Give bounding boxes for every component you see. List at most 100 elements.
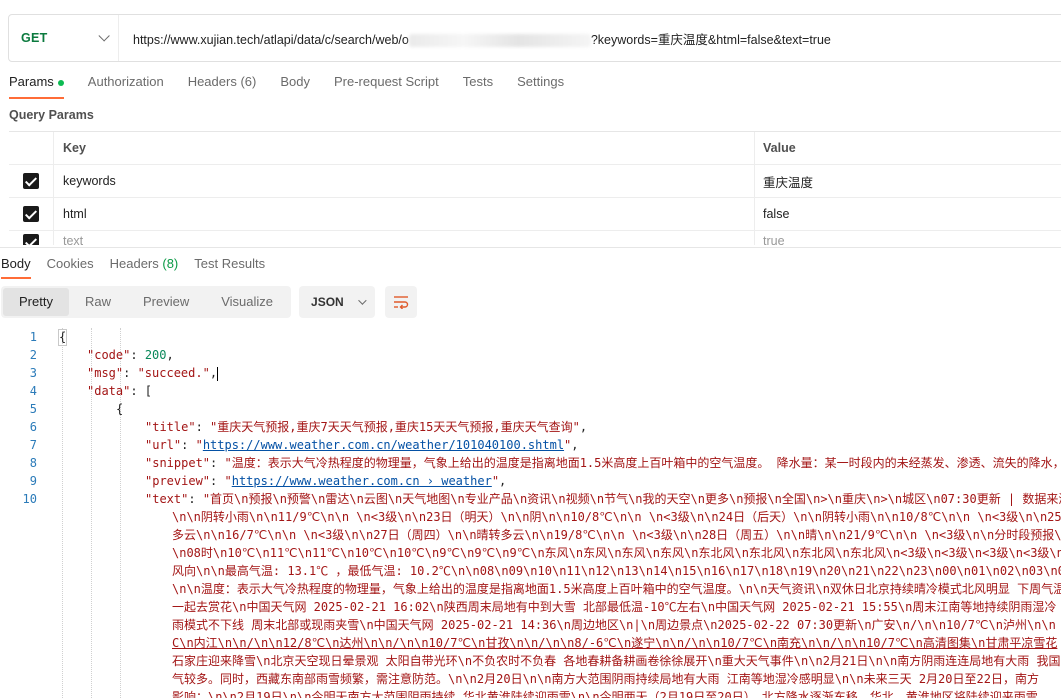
line-number: 5: [29, 402, 37, 416]
json-key: "data": [87, 384, 131, 398]
code-text: "snippet": "温度：表示大气冷热程度的物理量，气象上给出的温度是指离地…: [145, 454, 1061, 472]
line-number: 3: [29, 366, 37, 380]
tab-params[interactable]: Params: [9, 74, 64, 99]
tab-authorization[interactable]: Authorization: [88, 74, 164, 96]
json-value: "温度：表示大气冷热程度的物理量，气象上给出的温度是指离地面1.5米高度上百叶箱…: [224, 456, 1061, 470]
table-row: keywords 重庆温度: [9, 165, 1061, 198]
json-key: "text": [145, 492, 189, 506]
wrapped-text: \n08时\n10℃\n11℃\n11℃\n10℃\n10℃\n9℃\n9℃\n…: [172, 546, 1061, 560]
wrapped-text: 影响：\n\n2月19日\n\n今明天南方大范围阴雨持续 华北黄淮陆续迎雨雪\n…: [172, 690, 1038, 698]
param-value[interactable]: true: [755, 231, 1061, 245]
tab-count: (8): [162, 256, 179, 271]
line-number: 2: [29, 348, 37, 362]
tab-headers[interactable]: Headers (6): [188, 74, 257, 96]
json-url-link[interactable]: https://www.weather.com.cn/weather/10104…: [203, 438, 564, 452]
param-enabled-cell: [9, 198, 54, 230]
wrapped-text: C\n内江\n\n/\n\n12/8℃\n达州\n\n/\n\n10/7℃\n甘…: [172, 636, 1058, 650]
view-raw-button[interactable]: Raw: [69, 288, 127, 316]
json-value: 200: [144, 348, 167, 362]
code-line: 6 "title": "重庆天气预报,重庆7天天气预报,重庆15天天气预报,重庆…: [0, 418, 1061, 436]
view-visualize-button[interactable]: Visualize: [205, 288, 289, 316]
text-cursor: [217, 366, 219, 381]
code-text: "url": "https://www.weather.com.cn/weath…: [145, 438, 579, 452]
url-suffix: ?keywords=重庆温度&html=false&text=true: [590, 32, 831, 47]
redacted-url-segment: [408, 33, 591, 47]
param-key[interactable]: text: [54, 231, 755, 245]
chevron-down-icon: [357, 296, 367, 305]
tab-label: Headers: [109, 256, 159, 271]
params-active-dot: [57, 79, 64, 86]
wrapped-text: 多云\n\n16/7℃\n\n \n<3级\n\n27日（周四）\n\n晴转多云…: [172, 528, 1061, 542]
code-wrapped-line: \n08时\n10℃\n11℃\n11℃\n10℃\n10℃\n9℃\n9℃\n…: [0, 544, 1061, 562]
line-number: 1: [29, 330, 37, 344]
code-line: 5 {: [0, 400, 1061, 418]
wrapped-text: \n\n阴转小雨\n\n11/9℃\n\n \n<3级\n\n23日（明天）\n…: [172, 510, 1061, 524]
response-tabs: Body Cookies Headers (8) Test Results: [0, 247, 1061, 279]
tab-tests[interactable]: Tests: [463, 74, 493, 96]
param-enabled-cell: [9, 165, 54, 197]
code-text: "text": "首页\n预报\n预警\n雷达\n云图\n天气地图\n专业产品\…: [145, 490, 1061, 508]
code-text: "title": "重庆天气预报,重庆7天天气预报,重庆15天天气预报,重庆天气…: [145, 420, 588, 434]
json-value: "succeed.": [137, 366, 210, 380]
code-text: "msg": "succeed.",: [87, 366, 219, 381]
tab-label: Body: [280, 74, 310, 89]
request-tabs: Params Authorization Headers (6) Body Pr…: [9, 74, 588, 99]
param-value[interactable]: false: [755, 198, 1061, 230]
line-number: 7: [29, 438, 37, 452]
checkbox-checked-icon[interactable]: [23, 173, 39, 189]
key-column-header: Key: [54, 132, 755, 164]
wrapped-text: 气较多。同时，西藏东南部雨雪频繁，需注意防范。\n\n2月20日\n\n南方大范…: [172, 672, 1039, 686]
tab-response-headers[interactable]: Headers (8): [110, 256, 179, 271]
tab-label: Params: [9, 74, 54, 89]
code-line: 3 "msg": "succeed.",: [0, 364, 1061, 382]
tab-count: (6): [240, 74, 257, 89]
code-line: 7 "url": "https://www.weather.com.cn/wea…: [0, 436, 1061, 454]
checkbox-checked-icon[interactable]: [23, 206, 39, 222]
view-pretty-button[interactable]: Pretty: [3, 288, 69, 316]
wrapped-text: 石家庄迎来降雪\n北京天空现日晕景观 太阳自带光环\n不负农时不负春 各地春耕备…: [172, 654, 1061, 668]
tab-label: Tests: [462, 74, 494, 89]
matched-brace: {: [58, 329, 68, 346]
wrapped-text: 一起去赏花\n中国天气网 2025-02-21 16:02\n陕西周末局地有中到…: [172, 600, 1057, 614]
tab-label: Headers: [187, 74, 237, 89]
tab-cookies[interactable]: Cookies: [47, 256, 94, 271]
json-key: "preview": [145, 474, 211, 488]
response-body-code[interactable]: 1 { 2 "code": 200, 3 "msg": "succeed.", …: [0, 328, 1061, 698]
tab-test-results[interactable]: Test Results: [194, 256, 265, 271]
format-dropdown[interactable]: JSON: [299, 286, 376, 318]
view-preview-button[interactable]: Preview: [127, 288, 205, 316]
method-selector[interactable]: GET: [9, 15, 119, 61]
line-number: 9: [29, 474, 37, 488]
json-url-link[interactable]: https://www.weather.com.cn › weather: [232, 474, 492, 488]
json-key: "code": [87, 348, 131, 362]
param-value[interactable]: 重庆温度: [755, 165, 1061, 197]
code-line: 2 "code": 200,: [0, 346, 1061, 364]
tab-label: Pre-request Script: [333, 74, 439, 89]
code-line: 8 "snippet": "温度：表示大气冷热程度的物理量，气象上给出的温度是指…: [0, 454, 1061, 472]
wrap-lines-button[interactable]: [385, 286, 418, 318]
code-wrapped-line: \n\n温度：表示大气冷热程度的物理量，气象上给出的温度是指离地面1.5米高度上…: [0, 580, 1061, 598]
format-label: JSON: [311, 295, 344, 309]
code-wrapped-line: C\n内江\n\n/\n\n12/8℃\n达州\n\n/\n\n10/7℃\n甘…: [0, 634, 1061, 652]
tab-body[interactable]: Body: [280, 74, 310, 96]
param-key[interactable]: html: [54, 198, 755, 230]
json-key: "msg": [87, 366, 124, 380]
wrapped-text: 雨模式不下线 周末北部或现雨夹雪\n中国天气网 2025-02-21 14:36…: [172, 618, 1056, 632]
tab-pre-request-script[interactable]: Pre-request Script: [334, 74, 439, 96]
param-key[interactable]: keywords: [54, 165, 755, 197]
wrapped-text: 风向\n\n最高气温: 13.1℃ ，最低气温: 10.2℃\n\n08\n09…: [172, 564, 1061, 578]
tab-settings[interactable]: Settings: [517, 74, 564, 96]
tab-response-body[interactable]: Body: [1, 256, 31, 279]
value-column-header: Value: [763, 141, 796, 155]
code-wrapped-line: 多云\n\n16/7℃\n\n \n<3级\n\n27日（周四）\n\n晴转多云…: [0, 526, 1061, 544]
query-params-table: Key Value keywords 重庆温度 html false text …: [9, 131, 1061, 245]
checkbox-checked-icon[interactable]: [23, 234, 39, 245]
code-line: 10 "text": "首页\n预报\n预警\n雷达\n云图\n天气地图\n专业…: [0, 490, 1061, 508]
table-header-row: Key Value: [9, 132, 1061, 165]
table-row: html false: [9, 198, 1061, 231]
url-input[interactable]: https://www.xujian.tech/atlapi/data/c/se…: [119, 29, 831, 48]
tab-label: Settings: [517, 74, 565, 89]
query-params-title: Query Params: [9, 108, 94, 122]
json-value: "首页\n预报\n预警\n雷达\n云图\n天气地图\n专业产品\n资讯\n视频\…: [202, 492, 1061, 506]
request-url-bar: GET https://www.xujian.tech/atlapi/data/…: [8, 14, 1061, 62]
